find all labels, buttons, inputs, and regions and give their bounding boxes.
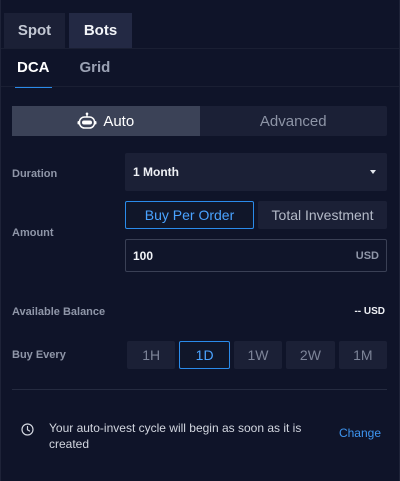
duration-value: 1 Month: [133, 165, 179, 179]
section-divider: [12, 389, 387, 390]
buy-every-label: Buy Every: [12, 349, 66, 361]
top-divider: [1, 48, 399, 49]
caret-down-icon: [370, 170, 376, 174]
frequency-1m[interactable]: 1M: [338, 341, 388, 369]
tab-grid[interactable]: Grid: [78, 56, 113, 88]
mode-toggle: Auto Advanced: [12, 106, 387, 136]
tab-dca[interactable]: DCA: [15, 56, 52, 88]
total-investment-button[interactable]: Total Investment: [258, 201, 387, 229]
market-tabs: Spot Bots: [4, 13, 132, 48]
amount-input[interactable]: 100 USD: [125, 239, 387, 272]
notice-text: Your auto-invest cycle will begin as soo…: [49, 421, 302, 451]
frequency-1h[interactable]: 1H: [127, 341, 176, 369]
sub-divider: [1, 86, 399, 87]
tab-bots[interactable]: Bots: [69, 13, 132, 48]
amount-unit: USD: [355, 249, 379, 262]
cycle-notice: Your auto-invest cycle will begin as soo…: [21, 420, 381, 452]
amount-mode-toggle: Buy Per Order Total Investment: [125, 201, 387, 229]
bot-type-tabs: DCA Grid: [15, 56, 138, 88]
auto-mode-label: Auto: [103, 112, 135, 130]
buy-per-order-button[interactable]: Buy Per Order: [125, 201, 254, 229]
frequency-1d[interactable]: 1D: [179, 341, 230, 369]
tab-spot[interactable]: Spot: [4, 13, 65, 48]
duration-label: Duration: [12, 168, 58, 180]
change-link[interactable]: Change: [339, 426, 381, 452]
auto-mode-button[interactable]: Auto: [12, 106, 200, 136]
frequency-1w[interactable]: 1W: [233, 341, 283, 369]
duration-select[interactable]: 1 Month: [125, 153, 387, 191]
clock-icon: [21, 423, 34, 436]
trading-panel: Spot Bots DCA Grid Auto Advanced Duratio…: [0, 0, 400, 481]
buy-every-options: 1H 1D 1W 2W 1M: [127, 341, 388, 369]
available-balance-label: Available Balance: [12, 306, 106, 318]
frequency-2w[interactable]: 2W: [286, 341, 335, 369]
robot-icon: [77, 112, 97, 129]
advanced-mode-button[interactable]: Advanced: [200, 106, 388, 136]
available-balance-value: -- USD: [354, 306, 385, 317]
amount-label: Amount: [12, 227, 54, 239]
amount-value: 100: [133, 248, 154, 263]
